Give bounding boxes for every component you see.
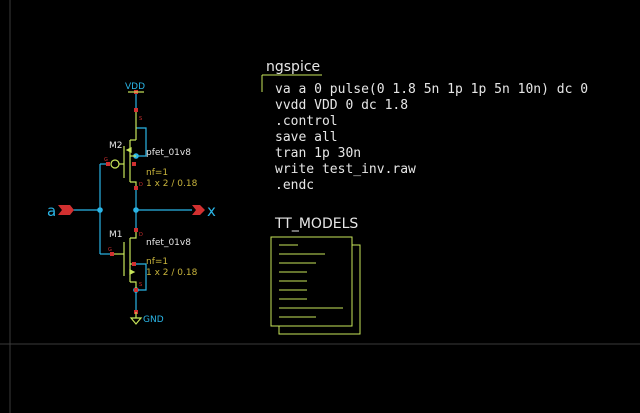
nmos-model: nfet_01v8 <box>146 238 191 248</box>
output-port-x[interactable]: x <box>192 202 216 220</box>
pin-pmos-d <box>134 186 138 190</box>
input-label: a <box>47 202 56 220</box>
pin-pmos-b <box>132 162 136 166</box>
pin-markers <box>106 90 138 314</box>
ngspice-line: .endc <box>275 178 314 193</box>
nmos-nf: nf=1 <box>146 257 168 267</box>
tt-models-title: TT_MODELS <box>274 216 358 232</box>
pmos-size: 1 x 2 / 0.18 <box>146 179 198 189</box>
ngspice-line: write test_inv.raw <box>275 162 416 177</box>
pmos-pin-d-label: D <box>139 182 143 188</box>
input-port-a[interactable]: a <box>47 202 74 220</box>
gnd-symbol[interactable]: GND <box>129 312 164 325</box>
nmos-name: M1 <box>109 230 123 240</box>
ngspice-code-block[interactable]: ngspice va a 0 pulse(0 1.8 5n 1p 1p 5n 1… <box>261 59 588 193</box>
output-label: x <box>207 202 216 220</box>
pmos-name: M2 <box>109 141 123 151</box>
gnd-label: GND <box>143 315 164 325</box>
vdd-symbol[interactable]: VDD <box>125 82 145 93</box>
nmos-arrow-icon <box>129 269 136 275</box>
nmos-pin-g-label: G <box>108 247 112 253</box>
vdd-label: VDD <box>125 82 145 92</box>
nmos-pin-s-label: S <box>139 282 142 288</box>
gnd-icon <box>129 317 143 325</box>
wires[interactable] <box>72 92 192 312</box>
output-port-icon <box>192 205 205 215</box>
ngspice-line: va a 0 pulse(0 1.8 5n 1p 1p 5n 10n) dc 0 <box>275 82 588 97</box>
pmos-pin-g-label: G <box>104 157 108 163</box>
pmos-gate-bubble <box>110 159 120 169</box>
tt-models-block[interactable]: TT_MODELS <box>270 216 361 335</box>
wire-pmos-body[interactable] <box>136 127 147 157</box>
pmos-model: pfet_01v8 <box>146 148 191 158</box>
ngspice-lines: va a 0 pulse(0 1.8 5n 1p 1p 5n 10n) dc 0… <box>275 82 588 193</box>
junction-input <box>97 207 103 213</box>
pin-nmos-s <box>134 288 138 292</box>
nmos-size: 1 x 2 / 0.18 <box>146 268 198 278</box>
pin-nmos-b <box>132 262 136 266</box>
pin-pmos-s <box>134 108 138 112</box>
ngspice-line: vvdd VDD 0 dc 1.8 <box>275 98 408 113</box>
ngspice-line: save all <box>275 130 338 145</box>
schematic-canvas[interactable]: VDD GND a x M2 pfet_01v8 nf=1 1 x 2 / 0.… <box>0 0 640 413</box>
ngspice-line: tran 1p 30n <box>275 146 361 161</box>
junction-output <box>133 207 139 213</box>
ngspice-title: ngspice <box>266 59 320 75</box>
pmos-arrow-icon <box>125 147 132 153</box>
nmos-pin-d-label: D <box>139 232 143 238</box>
pin-nmos-d <box>134 228 138 232</box>
pmos-pin-s-label: S <box>139 116 142 122</box>
pmos-nf: nf=1 <box>146 168 168 178</box>
ngspice-line: .control <box>275 114 338 129</box>
